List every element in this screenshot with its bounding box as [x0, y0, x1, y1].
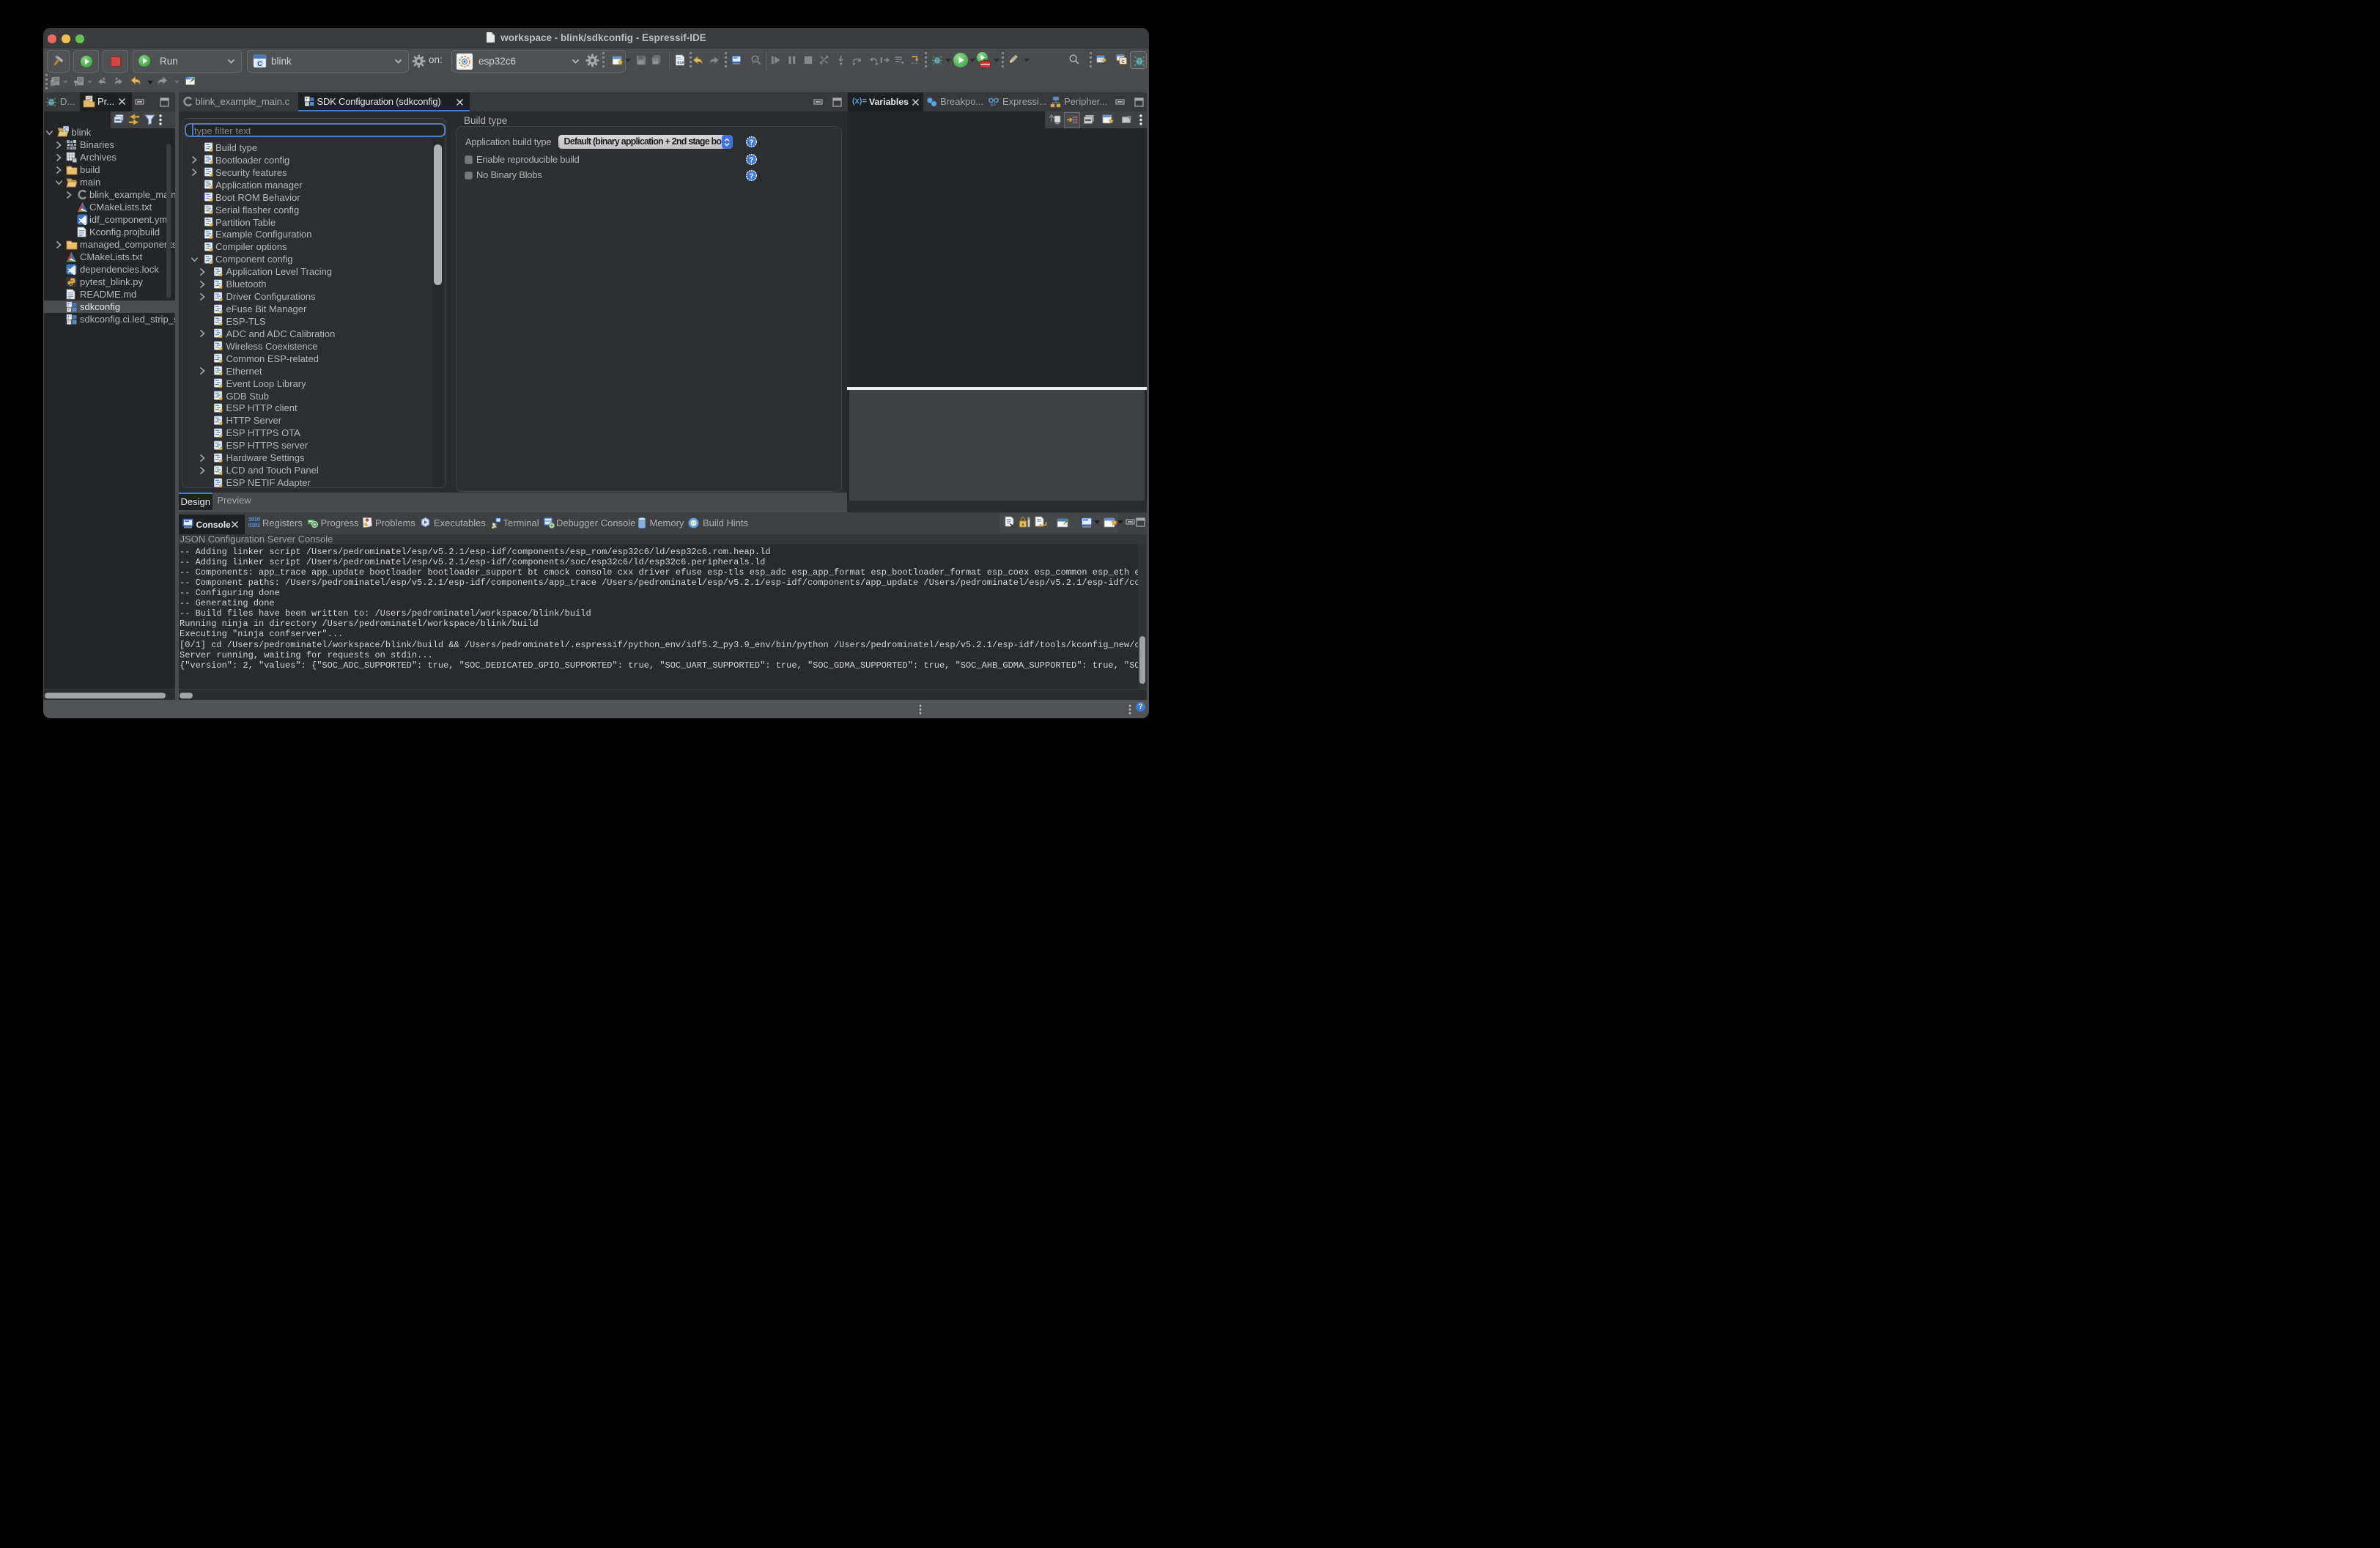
svg-text:C: C: [1121, 59, 1125, 64]
svg-text:C: C: [257, 60, 262, 67]
svg-text:C: C: [64, 128, 68, 132]
svg-text:x=: x=: [991, 103, 996, 108]
svg-text:010: 010: [677, 61, 684, 65]
